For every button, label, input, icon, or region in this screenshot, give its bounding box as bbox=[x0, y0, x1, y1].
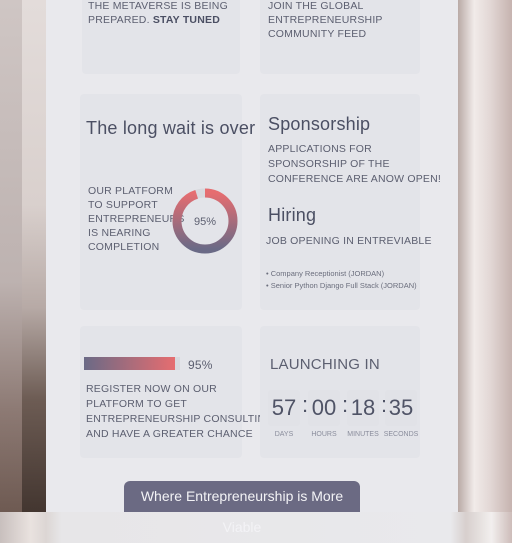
hiring-subtitle: JOB OPENING IN ENTREVIABLE bbox=[266, 235, 432, 247]
left-window-frame bbox=[22, 0, 46, 512]
countdown-seconds: 35 bbox=[385, 390, 417, 426]
long-wait-desc-4: IS NEARING bbox=[88, 227, 151, 239]
long-wait-desc-3: ENTREPRENEURS bbox=[88, 213, 185, 225]
register-progress-bar bbox=[84, 357, 180, 370]
cta-banner-button[interactable]: Where Entrepreneurship is More Viable bbox=[124, 481, 360, 535]
donut-percent-label: 95% bbox=[194, 216, 216, 228]
job-item[interactable]: • Company Receptionist (JORDAN) bbox=[266, 268, 417, 280]
metaverse-line1: THE METAVERSE IS BEING bbox=[88, 0, 228, 12]
long-wait-desc-1: OUR PLATFORM bbox=[88, 185, 174, 197]
countdown-hours: 00 bbox=[308, 390, 340, 426]
countdown-seconds-label: SECONDS bbox=[383, 431, 419, 438]
sponsorship-desc-2: SPONSORSHIP OF THE bbox=[268, 158, 390, 170]
launching-title: LAUNCHING IN bbox=[270, 356, 380, 373]
community-line2: ENTREPRENEURSHIP bbox=[268, 14, 383, 26]
countdown-minutes-label: MINUTES bbox=[347, 431, 379, 438]
display-screen: THE METAVERSE IS BEING PREPARED. STAY TU… bbox=[46, 0, 458, 535]
sponsorship-desc-1: APPLICATIONS FOR bbox=[268, 143, 372, 155]
register-progress-label: 95% bbox=[188, 358, 213, 372]
register-desc-1: REGISTER NOW ON OUR bbox=[86, 383, 217, 395]
countdown-hours-label: HOURS bbox=[311, 431, 337, 438]
countdown-minutes: 18 bbox=[347, 390, 379, 426]
hiring-title: Hiring bbox=[268, 205, 317, 225]
completion-donut-chart: 95% bbox=[172, 188, 238, 254]
long-wait-desc-5: COMPLETION bbox=[88, 241, 160, 253]
community-line3: COMMUNITY FEED bbox=[268, 28, 367, 40]
sponsorship-desc-3: CONFERENCE ARE ANOW OPEN! bbox=[268, 173, 442, 185]
community-line1: JOIN THE GLOBAL bbox=[268, 0, 364, 12]
register-desc-3: ENTREPRENEURSHIP CONSULTING bbox=[86, 413, 274, 425]
long-wait-title: The long wait is over bbox=[86, 118, 256, 138]
register-desc-4: AND HAVE A GREATER CHANCE bbox=[86, 428, 253, 440]
stay-tuned-text: STAY TUNED bbox=[152, 14, 220, 26]
register-desc-2: PLATFORM TO GET bbox=[86, 398, 188, 410]
metaverse-line2-a: PREPARED. bbox=[88, 14, 153, 26]
metaverse-line2: PREPARED. STAY TUNED bbox=[88, 13, 220, 27]
job-item-label: Senior Python Django Full Stack (JORDAN) bbox=[270, 281, 417, 290]
countdown-days: 57 bbox=[268, 390, 300, 426]
job-item-label: Company Receptionist (JORDAN) bbox=[270, 269, 385, 278]
job-item[interactable]: • Senior Python Django Full Stack (JORDA… bbox=[266, 280, 417, 292]
long-wait-desc-2: TO SUPPORT bbox=[88, 199, 158, 211]
register-progress-fill bbox=[84, 357, 176, 370]
right-window-frame bbox=[458, 0, 512, 512]
job-list: • Company Receptionist (JORDAN) • Senior… bbox=[266, 268, 417, 292]
countdown-days-label: DAYS bbox=[274, 431, 294, 438]
sponsorship-title: Sponsorship bbox=[268, 114, 371, 134]
